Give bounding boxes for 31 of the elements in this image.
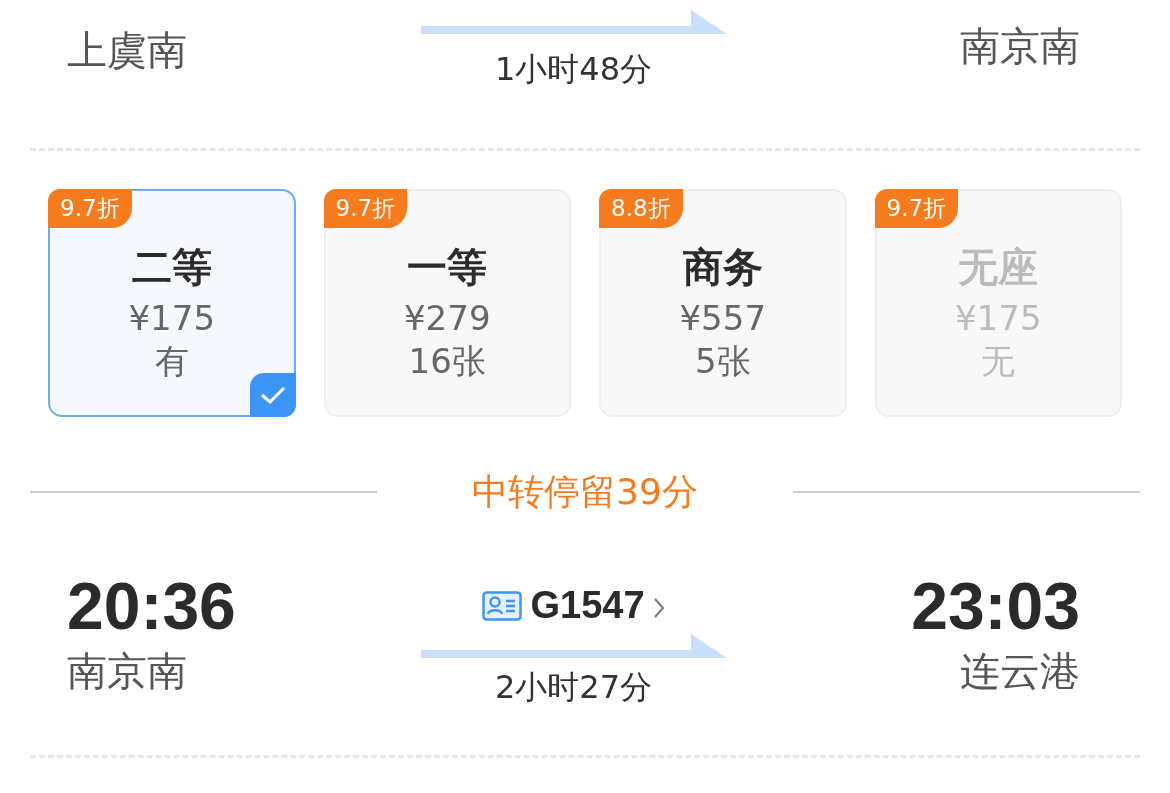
seat-price: ¥175 [955,297,1042,340]
trip-duration: 1小时48分 [494,50,653,89]
departure-time: 20:36 [67,573,236,640]
seat-price: ¥279 [404,297,491,340]
train-number-link[interactable]: G1547 [482,577,665,635]
arrival-station: 连云港 [960,647,1080,696]
seat-availability: 有 [154,339,189,383]
seat-class: 无座 [958,243,1039,293]
discount-tag: 9.7折 [323,189,408,228]
seat-availability: 16张 [408,339,486,383]
discount-tag: 9.7折 [874,189,959,228]
seat-class: 二等 [131,243,212,293]
seat-price: ¥175 [128,297,215,340]
discount-tag: 8.8折 [599,189,683,228]
seat-price: ¥557 [679,297,766,340]
arrival-station: 南京南 [960,22,1080,70]
id-card-icon [482,590,523,621]
seat-option-card[interactable]: 9.7折 一等 ¥279 16张 [323,189,571,418]
seat-option-card[interactable]: 9.7折 二等 ¥175 有 [48,189,296,418]
departure-station: 南京南 [67,647,187,696]
seat-availability: 无 [981,339,1016,383]
arrival-time: 23:03 [911,573,1080,640]
seat-class: 一等 [407,243,488,293]
check-icon [249,373,296,418]
trip-duration: 2小时27分 [494,668,653,707]
transfer-stopover: 中转停留39分 [471,470,699,515]
seat-class: 商务 [682,243,763,293]
seat-option-card[interactable]: 8.8折 商务 ¥557 5张 [599,189,847,418]
departure-station: 上虞南 [67,26,187,74]
seat-availability: 5张 [694,339,751,383]
discount-tag: 9.7折 [48,189,132,228]
